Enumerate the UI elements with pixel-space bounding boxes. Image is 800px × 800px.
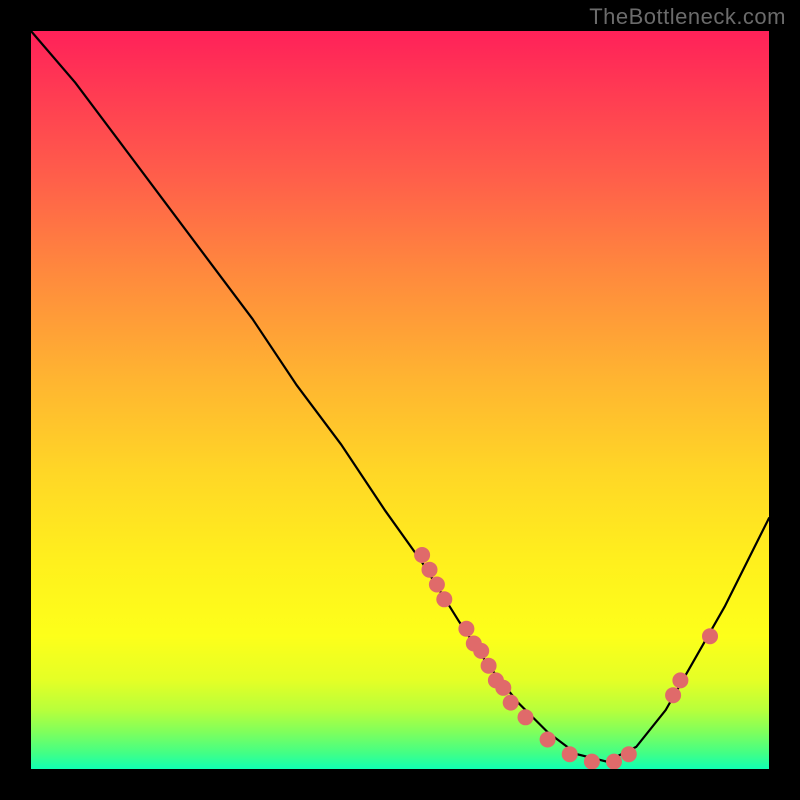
chart-frame: TheBottleneck.com bbox=[0, 0, 800, 800]
chart-plot-area bbox=[31, 31, 769, 769]
watermark-text: TheBottleneck.com bbox=[589, 4, 786, 30]
